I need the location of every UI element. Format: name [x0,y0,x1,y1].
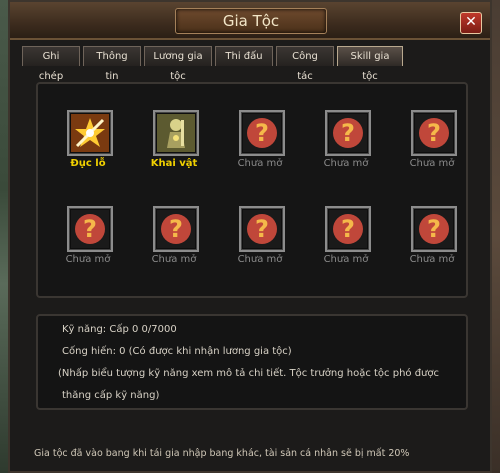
skill-label: Chưa mở [237,254,283,265]
svg-text:?: ? [427,119,441,147]
svg-text:?: ? [255,119,269,147]
skill-grid: Đục lỗ Khai vật ? Chưa mở ? Chưa mở ? Ch… [52,110,482,280]
skill-level-text: Kỹ năng: Cấp 0 0/7000 [62,324,177,335]
skill-label: Chưa mở [323,158,369,169]
svg-text:?: ? [341,215,355,243]
skill-slot[interactable]: ? Chưa mở [396,110,482,184]
locked-question-icon[interactable]: ? [411,206,457,252]
skill-label: Chưa mở [65,254,111,265]
skill-label: Đục lỗ [70,158,106,169]
tab-skill-gia-toc[interactable]: Skill gia tộc [337,46,403,82]
skill-label: Chưa mở [409,158,455,169]
skill-slot[interactable]: ? Chưa mở [396,206,482,280]
tab-luong-gia-toc[interactable]: Lương gia tộc [144,46,212,82]
hint-text-line2: thăng cấp kỹ năng) [62,390,160,401]
puncture-skill-icon[interactable] [67,110,113,156]
locked-question-icon[interactable]: ? [411,110,457,156]
locked-question-icon[interactable]: ? [67,206,113,252]
locked-question-icon[interactable]: ? [239,206,285,252]
close-icon[interactable]: ✕ [460,12,482,34]
skill-panel: Đục lỗ Khai vật ? Chưa mở ? Chưa mở ? Ch… [36,82,468,298]
skill-slot[interactable]: ? Chưa mở [52,206,138,280]
skill-slot[interactable]: Đục lỗ [52,110,138,184]
clan-window: Gia Tộc ✕ Ghi chép Thông tin Lương gia t… [8,0,492,473]
tab-thong-tin[interactable]: Thông tin [83,46,141,82]
skill-slot[interactable]: ? Chưa mở [310,206,396,280]
skill-slot[interactable]: ? Chưa mở [138,206,224,280]
title-bar: Gia Tộc ✕ [10,2,490,40]
knight-skill-icon[interactable] [153,110,199,156]
tab-thi-dau[interactable]: Thi đấu [215,46,273,66]
skill-slot[interactable]: ? Chưa mở [224,206,310,280]
svg-text:?: ? [341,119,355,147]
locked-question-icon[interactable]: ? [239,110,285,156]
skill-label: Chưa mở [151,254,197,265]
hint-text-line1: (Nhấp biểu tượng kỹ năng xem mô tả chi t… [58,368,440,379]
skill-slot[interactable]: ? Chưa mở [224,110,310,184]
tab-ghi-chep[interactable]: Ghi chép [22,46,80,82]
contribution-text: Cống hiến: 0 (Có được khi nhận lương gia… [62,346,292,357]
svg-text:?: ? [255,215,269,243]
skill-slot[interactable]: Khai vật [138,110,224,184]
locked-question-icon[interactable]: ? [153,206,199,252]
skill-label: Chưa mở [237,158,283,169]
locked-question-icon[interactable]: ? [325,206,371,252]
tab-bar: Ghi chép Thông tin Lương gia tộc Thi đấu… [22,46,403,82]
skill-label: Khai vật [150,158,198,169]
skill-label: Chưa mở [409,254,455,265]
skill-slot[interactable]: ? Chưa mở [310,110,396,184]
svg-text:?: ? [169,215,183,243]
skill-label: Chưa mở [323,254,369,265]
info-panel: Kỹ năng: Cấp 0 0/7000 Cống hiến: 0 (Có đ… [36,314,468,410]
svg-text:?: ? [427,215,441,243]
locked-question-icon[interactable]: ? [325,110,371,156]
tab-cong-tac[interactable]: Công tác [276,46,334,82]
svg-text:?: ? [83,215,97,243]
window-title: Gia Tộc [175,8,327,34]
footer-note: Gia tộc đã vào bang khi tái gia nhập ban… [34,448,410,459]
